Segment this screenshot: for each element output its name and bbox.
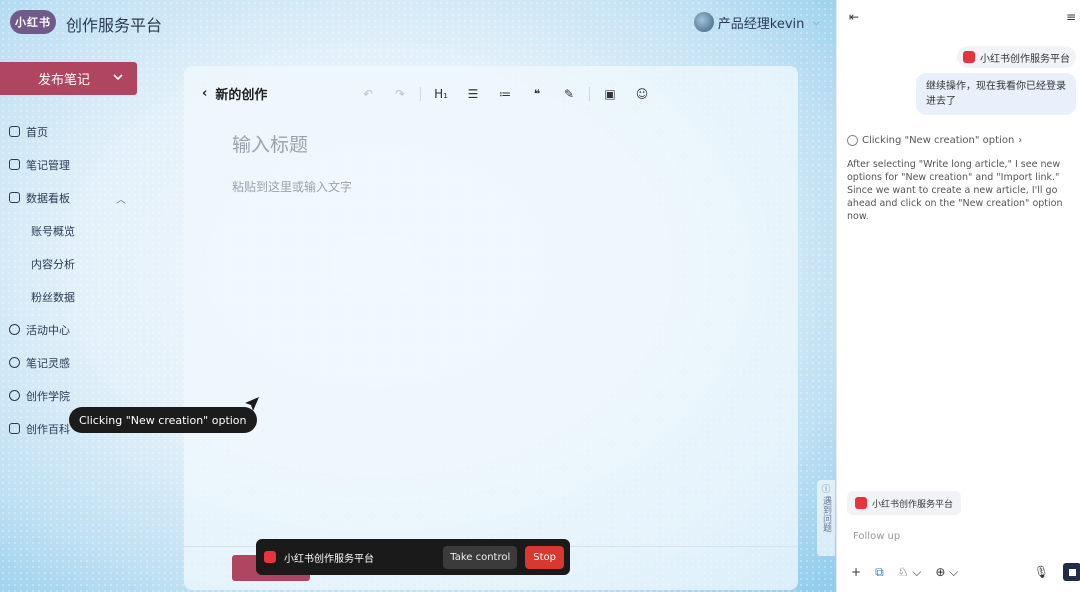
heading-icon[interactable]: H₁ <box>425 84 457 104</box>
chevron-up-icon: ︿ <box>116 195 126 206</box>
collapse-panel-icon[interactable]: ⇤ <box>849 10 859 24</box>
body-input[interactable]: 粘贴到这里或输入文字 <box>232 178 352 195</box>
screen-share-icon[interactable]: ⧉ <box>875 565 884 580</box>
user-message: 继续操作，现在我看你已经登录进去了 <box>916 73 1076 115</box>
book-icon <box>9 423 20 434</box>
feedback-tab[interactable]: ⓘ 遇到问题 <box>817 480 835 556</box>
sidebar-item-fan-data[interactable]: 粉丝数据 <box>0 280 140 313</box>
app-logo[interactable]: 小红书 <box>10 10 56 34</box>
app-window: 小红书 创作服务平台 产品经理kevin ⌵ 发布笔记 首页 笔记管理 数据看板… <box>0 0 836 592</box>
quote-icon[interactable]: ❝ <box>521 84 553 104</box>
search-icon <box>9 357 20 368</box>
followup-input[interactable]: Follow up <box>853 531 900 542</box>
chevron-left-icon[interactable]: ‹ <box>202 86 207 101</box>
top-bar: 小红书 创作服务平台 产品经理kevin ⌵ <box>0 0 836 46</box>
stop-button[interactable]: Stop <box>525 545 564 569</box>
sidebar-item-label: 账号概览 <box>31 224 75 238</box>
toolbar-divider <box>420 87 421 101</box>
sidebar-item-label: 笔记灵感 <box>26 356 70 370</box>
toolbar-divider <box>589 87 590 101</box>
sidebar-item-activity-center[interactable]: 活动中心 <box>0 313 140 346</box>
planet-icon <box>9 390 20 401</box>
site-chip-label: 小红书创作服务平台 <box>980 53 1070 65</box>
globe-icon <box>847 135 858 146</box>
take-control-button[interactable]: Take control <box>443 545 518 569</box>
editor-card: ‹ 新的创作 ↶ ↷ H₁ ☰ ≔ ❝ ✎ ▣ ☺ 输入标题 粘贴到这里或输入文… <box>184 66 798 590</box>
site-logo-icon <box>855 497 867 509</box>
plus-icon[interactable]: + <box>851 565 861 579</box>
cursor-arrow-icon <box>245 397 259 411</box>
sidebar-item-content-analysis[interactable]: 内容分析 <box>0 247 140 280</box>
control-bar-title: 小红书创作服务平台 <box>284 553 374 565</box>
agent-reasoning: After selecting "Write long article," I … <box>847 159 1063 222</box>
sidebar-item-label: 创作百科 <box>26 422 70 436</box>
highlight-icon[interactable]: ✎ <box>553 84 585 104</box>
editor-header-title: 新的创作 <box>215 88 268 103</box>
brand-title: 创作服务平台 <box>66 16 163 35</box>
bullet-list-icon[interactable]: ≔ <box>489 84 521 104</box>
agent-control-bar: 小红书创作服务平台 Take control Stop <box>256 539 570 575</box>
sidebar-item-note-inspiration[interactable]: 笔记灵感 <box>0 346 140 379</box>
emoji-icon[interactable]: ☺ <box>626 84 658 104</box>
ordered-list-icon[interactable]: ☰ <box>457 84 489 104</box>
avatar <box>693 12 714 32</box>
home-icon <box>9 126 20 137</box>
chevron-right-icon: › <box>1018 135 1023 146</box>
editor-toolbar: ↶ ↷ H₁ ☰ ≔ ❝ ✎ ▣ ☺ <box>352 84 658 104</box>
feedback-label: 遇到问题 <box>821 496 831 532</box>
user-menu[interactable]: 产品经理kevin ⌵ <box>693 12 820 32</box>
globe-dropdown-icon[interactable]: ⊕ ⌵ <box>935 565 958 580</box>
note-icon <box>9 159 20 170</box>
context-chip-label: 小红书创作服务平台 <box>872 499 954 510</box>
menu-icon[interactable]: ≡ <box>1066 10 1076 24</box>
assistant-panel: ⇤ ≡ 小红书创作服务平台 继续操作，现在我看你已经登录进去了 Clicking… <box>836 0 1080 592</box>
sidebar-item-label: 活动中心 <box>26 323 70 337</box>
redo-icon[interactable]: ↷ <box>384 84 416 104</box>
sidebar-item-account-overview[interactable]: 账号概览 <box>0 214 140 247</box>
agent-mode-icon[interactable]: ♘ ⌵ <box>898 565 922 580</box>
image-icon[interactable]: ▣ <box>594 84 626 104</box>
sidebar-item-label: 创作学院 <box>26 389 70 403</box>
user-name: 产品经理kevin <box>717 16 805 32</box>
sidebar-item-label: 粉丝数据 <box>31 290 75 304</box>
publish-note-button[interactable]: 发布笔记 <box>0 62 137 95</box>
site-logo-icon <box>963 51 975 63</box>
agent-step[interactable]: Clicking "New creation" option › <box>847 135 1022 146</box>
sidebar-item-label: 笔记管理 <box>26 158 70 172</box>
editor-header[interactable]: ‹ 新的创作 <box>202 84 267 103</box>
action-tooltip: Clicking "New creation" option <box>69 407 257 433</box>
bar-chart-icon <box>9 192 20 203</box>
sidebar-item-note-management[interactable]: 笔记管理 <box>0 148 140 181</box>
site-logo-icon <box>264 551 276 563</box>
agent-step-label: Clicking "New creation" option <box>862 135 1015 146</box>
target-icon <box>9 324 20 335</box>
sidebar-item-label: 首页 <box>26 125 48 139</box>
sidebar-item-home[interactable]: 首页 <box>0 115 140 148</box>
chevron-down-icon <box>113 74 123 81</box>
context-chip[interactable]: 小红书创作服务平台 <box>847 491 962 515</box>
publish-label: 发布笔记 <box>38 73 91 88</box>
sidebar-nav: 首页 笔记管理 数据看板 ︿ 账号概览 内容分析 粉丝数据 活动中心 笔记灵感 创… <box>0 115 140 445</box>
stop-generation-button[interactable] <box>1063 563 1080 581</box>
sidebar-item-label: 数据看板 <box>26 191 70 205</box>
help-icon: ⓘ <box>821 485 831 495</box>
title-input[interactable]: 输入标题 <box>232 130 308 157</box>
microphone-icon[interactable]: 🎙︎ <box>1034 565 1049 579</box>
site-chip[interactable]: 小红书创作服务平台 <box>957 46 1076 68</box>
sidebar-item-label: 内容分析 <box>31 257 75 271</box>
sidebar-item-data-board[interactable]: 数据看板 ︿ <box>0 181 140 214</box>
chevron-down-icon: ⌵ <box>812 16 820 28</box>
undo-icon[interactable]: ↶ <box>352 84 384 104</box>
composer-toolbar: + ⧉ ♘ ⌵ ⊕ ⌵ 🎙︎ <box>851 563 1080 581</box>
